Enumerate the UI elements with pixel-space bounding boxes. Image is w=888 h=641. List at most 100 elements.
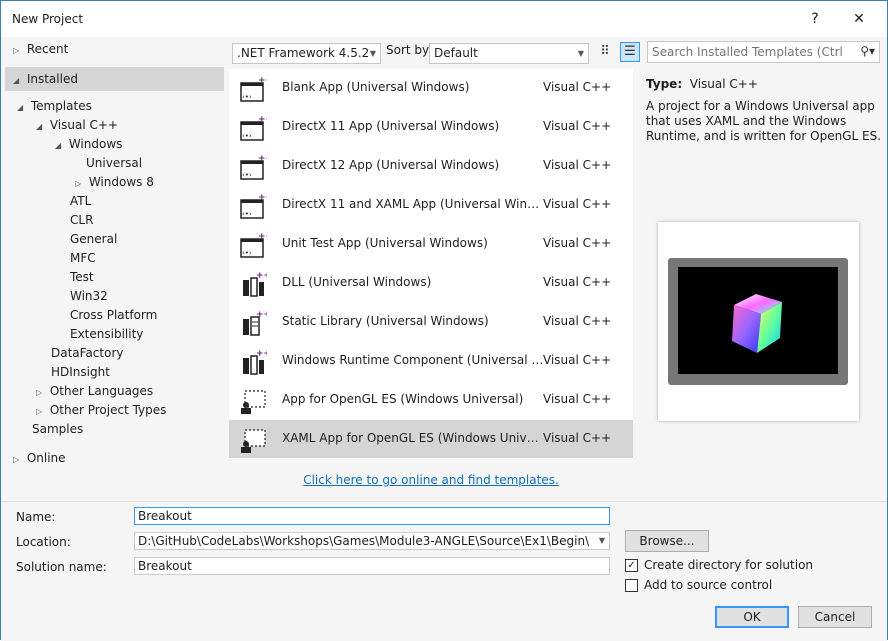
grid-icon: ⠿ <box>600 44 610 59</box>
sort-select[interactable]: Default ▼ <box>429 43 589 64</box>
preview-screen <box>678 267 838 374</box>
tree-item-extensibility[interactable]: Extensibility <box>70 325 143 344</box>
template-row[interactable]: ++ ‹•› DirectX 11 and XAML App (Universal… <box>229 186 633 224</box>
template-row-selected[interactable]: XAML App for OpenGL ES (Windows Universa… <box>229 420 633 458</box>
template-row[interactable]: ++ Static Library (Universal Windows) Vi… <box>229 303 633 341</box>
chevron-down-icon: ▼ <box>598 536 605 545</box>
tree-item-test[interactable]: Test <box>70 268 94 287</box>
tree-item-cross-platform[interactable]: Cross Platform <box>70 306 157 325</box>
expand-arrow-icon[interactable]: ▷ <box>13 450 23 469</box>
template-row[interactable]: ++ ‹•› DirectX 12 App (Universal Windows)… <box>229 147 633 185</box>
help-button[interactable]: ? <box>801 7 829 31</box>
template-name: Static Library (Universal Windows) <box>282 314 489 328</box>
svg-text:++: ++ <box>256 349 267 359</box>
svg-text:++: ++ <box>258 154 267 164</box>
name-input[interactable]: Breakout <box>134 507 610 525</box>
template-tree: ▷ Recent ◢ Installed ◢ Templates ◢ Visua… <box>5 37 225 477</box>
tree-item-online[interactable]: ▷ Online <box>13 449 66 468</box>
small-icons-view-button[interactable]: ⠿ <box>595 42 615 62</box>
svg-text:++: ++ <box>256 271 267 281</box>
online-templates-link[interactable]: Click here to go online and find templat… <box>303 473 559 487</box>
tree-item-atl[interactable]: ATL <box>70 192 91 211</box>
template-language: Visual C++ <box>543 314 612 328</box>
type-value: Visual C++ <box>689 77 758 91</box>
collapse-arrow-icon[interactable]: ◢ <box>55 136 65 155</box>
template-name: Windows Runtime Component (Universal Win… <box>282 353 544 367</box>
tree-item-win32[interactable]: Win32 <box>70 287 108 306</box>
collapse-arrow-icon[interactable]: ◢ <box>36 117 46 136</box>
framework-value: .NET Framework 4.5.2 <box>237 46 370 60</box>
svg-text:++: ++ <box>258 115 267 125</box>
tree-item-visual-cpp[interactable]: ◢ Visual C++ <box>36 116 118 135</box>
tree-label: Recent <box>26 42 69 56</box>
template-language: Visual C++ <box>543 80 612 94</box>
create-directory-label: Create directory for solution <box>644 558 814 572</box>
expand-arrow-icon[interactable]: ▷ <box>13 41 23 60</box>
dialog-title: New Project <box>12 12 84 26</box>
tree-label: Visual C++ <box>49 118 118 132</box>
tree-label: Other Project Types <box>49 403 167 417</box>
template-row[interactable]: App for OpenGL ES (Windows Universal) Vi… <box>229 381 633 419</box>
dll-icon: ++ <box>243 271 267 297</box>
title-bar: New Project ? ✕ <box>1 1 887 37</box>
tree-item-other-languages[interactable]: ▷ Other Languages <box>36 382 153 401</box>
ok-button[interactable]: OK <box>715 606 789 628</box>
template-language: Visual C++ <box>543 275 612 289</box>
tree-item-datafactory[interactable]: DataFactory <box>51 344 124 363</box>
tree-item-clr[interactable]: CLR <box>70 211 93 230</box>
tree-item-universal[interactable]: Universal <box>86 154 142 173</box>
close-button[interactable]: ✕ <box>845 7 873 31</box>
template-row[interactable]: ++‹•› Unit Test App (Universal Windows) … <box>229 225 633 263</box>
tree-item-windows8[interactable]: ▷ Windows 8 <box>75 173 154 192</box>
search-box[interactable]: ⚲▾ <box>647 41 880 63</box>
preview-device-frame <box>668 258 848 385</box>
template-type: Type: Visual C++ <box>646 77 881 91</box>
directx-app-icon: ++ ‹•› <box>240 115 267 141</box>
list-view-button[interactable]: ☰ <box>620 42 640 62</box>
template-row[interactable]: ++ Windows Runtime Component (Universal … <box>229 342 633 380</box>
expand-arrow-icon[interactable]: ▷ <box>36 402 46 421</box>
tree-item-other-project-types[interactable]: ▷ Other Project Types <box>36 401 166 420</box>
template-name: DirectX 11 App (Universal Windows) <box>282 119 500 133</box>
template-row[interactable]: ++ ‹•› DirectX 11 App (Universal Windows)… <box>229 108 633 146</box>
tree-item-templates[interactable]: ◢ Templates <box>17 97 92 116</box>
tree-item-windows[interactable]: ◢ Windows <box>55 135 122 154</box>
location-label: Location: <box>16 535 71 549</box>
tree-item-recent[interactable]: ▷ Recent <box>13 40 68 59</box>
tree-item-general[interactable]: General <box>70 230 117 249</box>
template-row[interactable]: ++ ‹•› Blank App (Universal Windows) Visu… <box>229 69 633 107</box>
directx-app-icon: ++ ‹•› <box>240 154 267 180</box>
template-list: ++ ‹•› Blank App (Universal Windows) Visu… <box>229 69 633 459</box>
search-input[interactable] <box>648 42 843 62</box>
rainbow-cube-image <box>732 294 782 353</box>
tree-item-installed[interactable]: ◢ Installed <box>5 67 224 91</box>
online-templates-area: Click here to go online and find templat… <box>229 473 633 487</box>
template-name: DirectX 11 and XAML App (Universal Windo… <box>282 197 544 211</box>
expand-arrow-icon[interactable]: ▷ <box>75 174 85 193</box>
project-form: Name: Breakout Location: D:\GitHub\CodeL… <box>1 501 887 641</box>
empty-checkbox-icon[interactable] <box>625 579 638 592</box>
collapse-arrow-icon[interactable]: ◢ <box>13 69 23 93</box>
collapse-arrow-icon[interactable]: ◢ <box>17 98 27 117</box>
solution-name-input[interactable]: Breakout <box>134 557 610 575</box>
svg-text:‹•›: ‹•› <box>242 210 252 218</box>
cancel-button[interactable]: Cancel <box>798 606 872 628</box>
svg-text:‹•›: ‹•› <box>242 171 252 179</box>
xaml-opengl-app-icon <box>241 429 266 453</box>
static-library-icon: ++ <box>243 310 267 336</box>
directx-xaml-app-icon: ++ ‹•› <box>240 193 267 219</box>
tree-item-samples[interactable]: Samples <box>32 420 83 439</box>
tree-item-hdinsight[interactable]: HDInsight <box>51 363 110 382</box>
tree-item-mfc[interactable]: MFC <box>70 249 96 268</box>
search-icon[interactable]: ⚲▾ <box>860 44 875 58</box>
browse-button[interactable]: Browse... <box>625 530 709 552</box>
checkmark-icon[interactable]: ✓ <box>625 559 638 572</box>
template-language: Visual C++ <box>543 431 612 445</box>
location-select[interactable]: D:\GitHub\CodeLabs\Workshops\Games\Modul… <box>134 532 610 550</box>
template-language: Visual C++ <box>543 119 612 133</box>
expand-arrow-icon[interactable]: ▷ <box>36 383 46 402</box>
name-label: Name: <box>16 510 56 524</box>
template-name: App for OpenGL ES (Windows Universal) <box>282 392 524 406</box>
framework-select[interactable]: .NET Framework 4.5.2 ▼ <box>232 43 381 64</box>
template-row[interactable]: ++ DLL (Universal Windows) Visual C++ <box>229 264 633 302</box>
